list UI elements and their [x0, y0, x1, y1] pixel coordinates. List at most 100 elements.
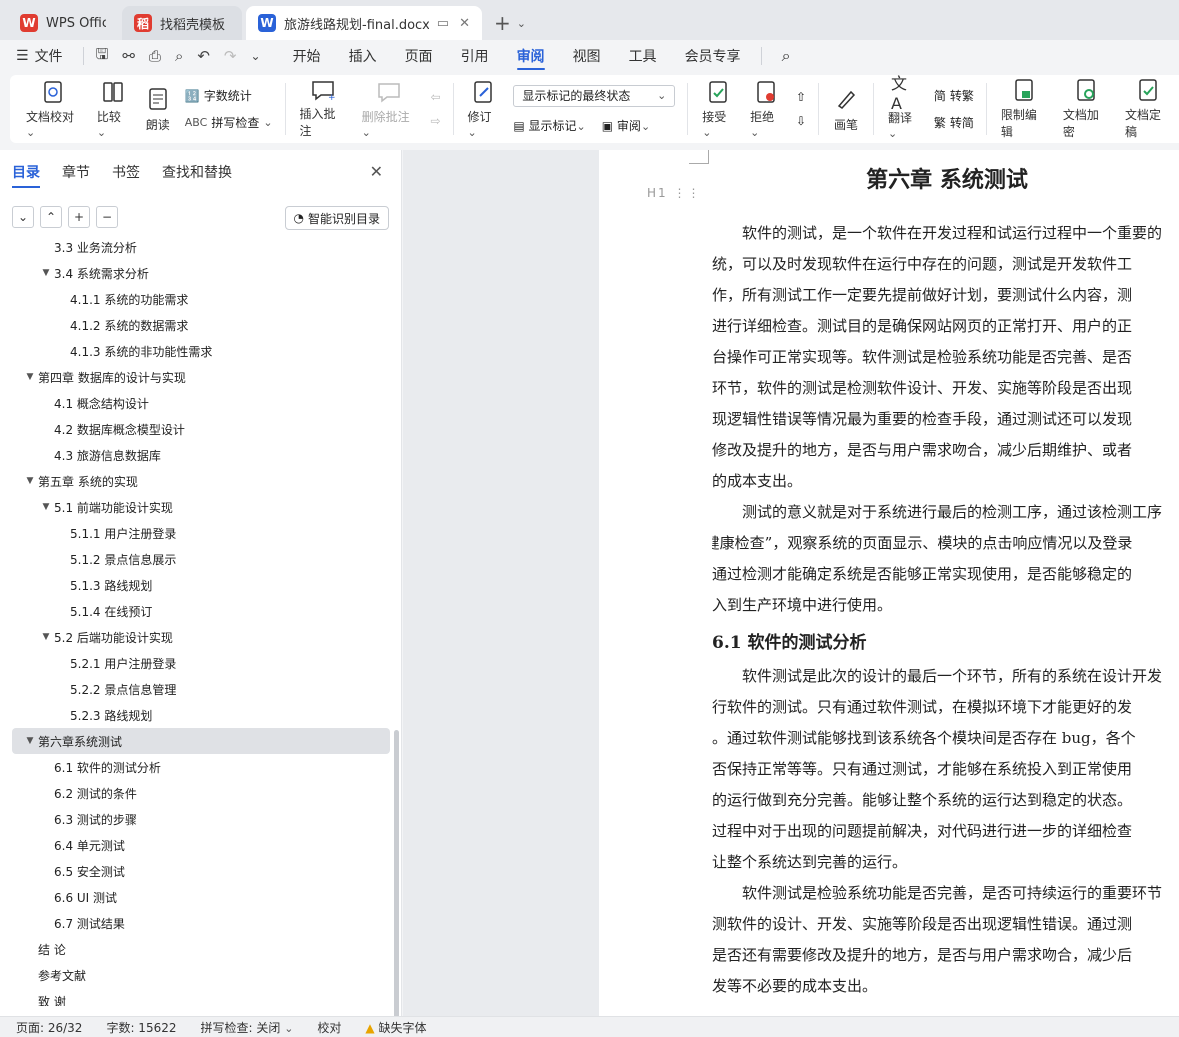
- toc-item[interactable]: 3.3 业务流分析: [12, 234, 390, 260]
- compare-button[interactable]: 比较⌄: [89, 79, 137, 139]
- toc-item[interactable]: 5.2.1 用户注册登录: [12, 650, 390, 676]
- chevron-down-icon[interactable]: ⌄: [517, 17, 526, 30]
- next-comment-icon[interactable]: ⇨: [430, 114, 440, 128]
- toc-item[interactable]: 4.2 数据库概念模型设计: [12, 416, 390, 442]
- toc-item[interactable]: ▼ 第五章 系统的实现: [12, 468, 390, 494]
- menu-references[interactable]: 引用: [447, 40, 503, 72]
- search-icon[interactable]: ⌕: [768, 40, 805, 72]
- heading-handle-icon[interactable]: H1 ⋮⋮: [647, 186, 702, 200]
- toc-item[interactable]: 参考文献: [12, 962, 390, 988]
- toc-item[interactable]: 4.1.3 系统的非功能性需求: [12, 338, 390, 364]
- toc-item[interactable]: 5.1.1 用户注册登录: [12, 520, 390, 546]
- page-indicator[interactable]: 页面: 26/32: [16, 1019, 82, 1036]
- next-change-icon[interactable]: ⇩: [796, 114, 806, 128]
- finalize-button[interactable]: 文档定稿: [1117, 79, 1179, 139]
- toc-item[interactable]: ▼ 5.2 后端功能设计实现: [12, 624, 390, 650]
- toc-item[interactable]: ▼ 第四章 数据库的设计与实现: [12, 364, 390, 390]
- nav-tab-bookmarks[interactable]: 书签: [112, 162, 140, 182]
- to-traditional-button[interactable]: 简转繁: [934, 87, 974, 104]
- caret-down-icon[interactable]: ▼: [38, 632, 54, 642]
- caret-down-icon[interactable]: ▼: [38, 268, 54, 278]
- plus-icon[interactable]: +: [68, 206, 90, 228]
- menu-tools[interactable]: 工具: [615, 40, 671, 72]
- toc-item[interactable]: 4.1.2 系统的数据需求: [12, 312, 390, 338]
- print-icon[interactable]: ⎙: [149, 47, 161, 65]
- nav-tab-chapters[interactable]: 章节: [62, 162, 90, 182]
- toc-scrollbar[interactable]: [394, 730, 399, 1030]
- markup-state-select[interactable]: 显示标记的最终状态 ⌄: [513, 84, 676, 107]
- tab-document[interactable]: W 旅游线路规划-final.docx ▭ ✕: [246, 6, 482, 40]
- encrypt-button[interactable]: 文档加密: [1055, 79, 1117, 139]
- toc-item[interactable]: 4.1 概念结构设计: [12, 390, 390, 416]
- insert-comment-button[interactable]: + 插入批注: [292, 79, 354, 139]
- pen-button[interactable]: 画笔: [825, 79, 867, 139]
- toc-item[interactable]: ▼ 3.4 系统需求分析: [12, 260, 390, 286]
- doc-check-button[interactable]: 文档校对⌄: [18, 79, 89, 139]
- show-markup-button[interactable]: ▤ 显示标记⌄: [513, 117, 585, 134]
- reject-button[interactable]: 拒绝⌄: [742, 79, 790, 139]
- translate-button[interactable]: 文A 翻译⌄: [880, 74, 928, 140]
- toc-item[interactable]: 6.4 单元测试: [12, 832, 390, 858]
- toc-item[interactable]: 5.1.2 景点信息展示: [12, 546, 390, 572]
- toc-item[interactable]: 6.1 软件的测试分析: [12, 754, 390, 780]
- toc-item[interactable]: 6.5 安全测试: [12, 858, 390, 884]
- toc-item[interactable]: 4.1.1 系统的功能需求: [12, 286, 390, 312]
- nav-tab-find-replace[interactable]: 查找和替换: [162, 162, 232, 182]
- toc-item[interactable]: 6.2 测试的条件: [12, 780, 390, 806]
- proofread-status[interactable]: 校对: [317, 1019, 341, 1036]
- menu-review[interactable]: 审阅: [503, 40, 559, 72]
- tab-docer-templates[interactable]: 稻 找稻壳模板: [122, 6, 242, 40]
- prev-comment-icon[interactable]: ⇦: [430, 90, 440, 104]
- toc-item[interactable]: 致 谢: [12, 988, 390, 1007]
- review-pane-button[interactable]: ▣ 审阅⌄: [602, 117, 650, 134]
- read-aloud-button[interactable]: 朗读: [137, 79, 179, 139]
- undo-icon[interactable]: ↶: [197, 47, 210, 65]
- chevron-down-icon[interactable]: ⌄: [12, 206, 34, 228]
- menu-page[interactable]: 页面: [391, 40, 447, 72]
- menu-member[interactable]: 会员专享: [671, 40, 755, 72]
- toc-item[interactable]: 6.7 测试结果: [12, 910, 390, 936]
- restrict-edit-button[interactable]: 限制编辑: [993, 79, 1055, 139]
- word-count-indicator[interactable]: 字数: 15622: [106, 1019, 176, 1036]
- caret-down-icon[interactable]: ▼: [22, 372, 38, 382]
- more-chevron-icon[interactable]: ⌄: [251, 49, 261, 63]
- track-changes-button[interactable]: 修订⌄: [459, 79, 507, 139]
- redo-icon[interactable]: ↷: [224, 47, 237, 65]
- screen-icon[interactable]: ▭: [437, 16, 449, 31]
- toc-item[interactable]: ▼ 5.1 前端功能设计实现: [12, 494, 390, 520]
- toc-item[interactable]: 5.1.4 在线预订: [12, 598, 390, 624]
- menu-home[interactable]: 开始: [279, 40, 335, 72]
- file-menu[interactable]: ☰ 文件: [16, 40, 77, 72]
- spell-check-status[interactable]: 拼写检查: 关闭 ⌄: [201, 1019, 294, 1036]
- accept-button[interactable]: 接受⌄: [694, 79, 742, 139]
- toc-item[interactable]: 5.2.3 路线规划: [12, 702, 390, 728]
- caret-down-icon[interactable]: ▼: [38, 502, 54, 512]
- chevron-up-icon[interactable]: ⌃: [40, 206, 62, 228]
- toc-item[interactable]: 5.1.3 路线规划: [12, 572, 390, 598]
- smart-toc-button[interactable]: ◔ 智能识别目录: [284, 206, 389, 230]
- menu-view[interactable]: 视图: [559, 40, 615, 72]
- missing-font-status[interactable]: ▲ 缺失字体: [365, 1019, 426, 1036]
- link-icon[interactable]: ⚯: [122, 47, 135, 65]
- close-icon[interactable]: ✕: [370, 162, 383, 181]
- toc-item[interactable]: ▼ 第六章系统测试: [12, 728, 390, 754]
- document-page[interactable]: H1 ⋮⋮ 第六章 系统测试 软件的测试，是一个软件在开发过程和试运行过程中一个…: [599, 150, 1179, 1016]
- tab-wps-office[interactable]: W WPS Office: [8, 6, 118, 40]
- save-icon[interactable]: 🖫: [96, 44, 109, 69]
- word-count-button[interactable]: 🔢 字数统计: [185, 87, 273, 104]
- toc-item[interactable]: 6.6 UI 测试: [12, 884, 390, 910]
- prev-change-icon[interactable]: ⇧: [796, 90, 806, 104]
- toc-item[interactable]: 6.3 测试的步骤: [12, 806, 390, 832]
- spell-check-button[interactable]: ABC 拼写检查 ⌄: [185, 114, 273, 131]
- nav-tab-toc[interactable]: 目录: [12, 162, 40, 188]
- caret-down-icon[interactable]: ▼: [22, 736, 38, 746]
- delete-comment-button[interactable]: 删除批注⌄: [354, 79, 425, 139]
- menu-insert[interactable]: 插入: [335, 40, 391, 72]
- new-tab-button[interactable]: + ⌄: [486, 6, 534, 40]
- caret-down-icon[interactable]: ▼: [22, 476, 38, 486]
- close-tab-icon[interactable]: ✕: [459, 16, 470, 31]
- minus-icon[interactable]: −: [96, 206, 118, 228]
- toc-item[interactable]: 结 论: [12, 936, 390, 962]
- print-preview-icon[interactable]: ⌕: [175, 47, 183, 65]
- toc-item[interactable]: 4.3 旅游信息数据库: [12, 442, 390, 468]
